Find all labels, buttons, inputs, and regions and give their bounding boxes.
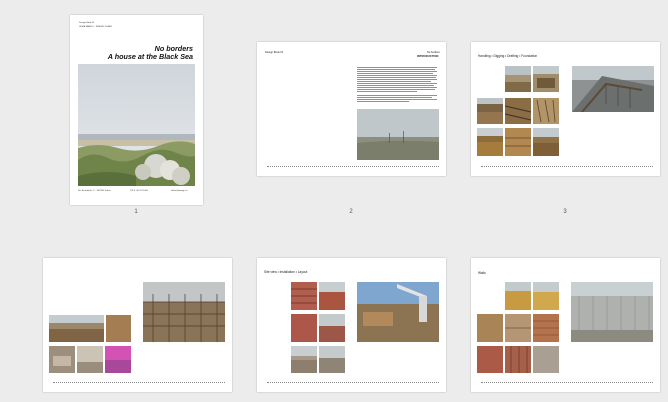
page3-photo-1	[505, 66, 531, 92]
page3-footer	[481, 166, 653, 169]
page2-heading: INTRODUCTION	[417, 54, 439, 58]
page5-photo-1	[291, 282, 317, 310]
cover-title-line2: A house at the Black Sea	[107, 52, 193, 61]
page6-section-title: Walls	[478, 271, 486, 275]
page6-photo-6	[477, 346, 503, 373]
page-thumbnail-3[interactable]: · Handling • Digging • Drafting • Founda…	[471, 42, 660, 176]
page5-footer	[267, 382, 439, 385]
cover-meta-line1: Design Book 01	[79, 22, 95, 24]
page6-header: ·	[478, 267, 479, 270]
page-thumbnail-5[interactable]: Site view • Installation • Layout	[257, 258, 446, 392]
page5-photo-3	[291, 314, 317, 342]
page6-photo-1	[505, 282, 531, 310]
page6-photo-5	[533, 314, 559, 342]
page3-photo-large	[572, 66, 654, 112]
page-number-1: 1	[134, 209, 138, 215]
page4-photo-large	[143, 282, 225, 342]
page-number-2: 2	[349, 209, 353, 215]
page-thumbnail-2[interactable]: Design Book 01 No borders INTRODUCTION	[257, 42, 446, 176]
cover-photo	[78, 64, 195, 186]
page-thumbnail-1[interactable]: Design Book 01 LESIA SANDU – SERGIU VLAS…	[70, 15, 203, 205]
page4-photo-2	[106, 315, 131, 342]
cover-footer-email: office@design.ro	[171, 190, 188, 192]
page2-photo	[357, 109, 439, 160]
page4-photo-5	[105, 346, 131, 373]
page6-photo-8	[533, 346, 559, 373]
page6-photo-7	[505, 346, 531, 373]
page5-section-title: Site view • Installation • Layout	[264, 270, 308, 274]
page3-photo-2	[533, 66, 559, 92]
page4-header: ·	[50, 267, 51, 270]
page4-photo-4	[77, 346, 103, 373]
page5-photo-large	[357, 282, 439, 342]
page-thumbnail-4[interactable]: ·	[43, 258, 232, 392]
page5-photo-2	[319, 282, 345, 310]
page6-photo-4	[505, 314, 531, 342]
page3-photo-8	[533, 128, 559, 156]
page5-photo-5	[291, 346, 317, 373]
page6-photo-2	[533, 282, 559, 310]
page3-photo-7	[505, 128, 531, 156]
page4-photo-3	[49, 346, 75, 373]
page2-header-left: Design Book 01	[265, 51, 284, 54]
page4-footer	[53, 382, 225, 385]
page6-photo-3	[477, 314, 503, 342]
page-number-3: 3	[563, 209, 567, 215]
page3-photo-5	[533, 98, 559, 124]
cover-footer-address: Str. Ecoului Nr. 2 – 907055 Sulina	[78, 190, 111, 192]
page6-photo-large	[571, 282, 653, 342]
page5-photo-6	[319, 346, 345, 373]
cover-footer-phone: T/F 0 +40 741 000	[130, 190, 148, 192]
page3-section-title: Handling • Digging • Drafting • Foundati…	[478, 54, 538, 58]
page4-photo-1	[49, 315, 104, 342]
page-thumbnail-6[interactable]: · Walls	[471, 258, 660, 392]
cover-meta-line2: LESIA SANDU – SERGIU VLASE	[79, 26, 112, 28]
page3-photo-4	[505, 98, 531, 124]
page5-photo-4	[319, 314, 345, 342]
page2-text-block	[357, 67, 437, 102]
page2-footer	[267, 166, 439, 169]
page3-photo-6	[477, 128, 503, 156]
page6-footer	[481, 382, 653, 385]
page3-photo-3	[477, 98, 503, 124]
